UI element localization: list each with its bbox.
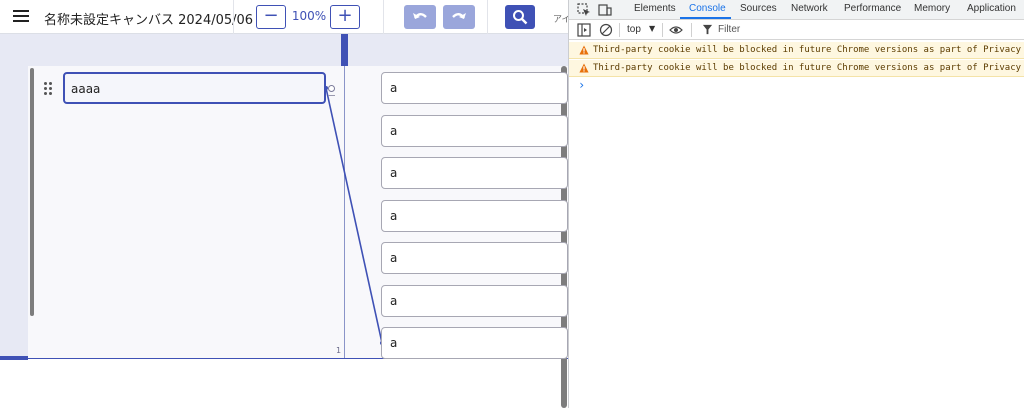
undo-icon: [413, 13, 427, 19]
child-node[interactable]: a: [381, 200, 568, 232]
filter-icon[interactable]: [702, 24, 713, 35]
tab-network[interactable]: Network: [791, 3, 828, 14]
canvas-title[interactable]: 名称未設定キャンバス 2024/05/06: [44, 9, 253, 28]
toolbar-separator: [662, 23, 663, 37]
tab-application[interactable]: Application: [967, 3, 1016, 14]
toolbar-separator: [619, 23, 620, 37]
tab-console[interactable]: Console: [689, 3, 726, 14]
devtools-tabbar: Elements Console Sources Network Perform…: [569, 0, 1024, 20]
child-node[interactable]: a: [381, 285, 568, 317]
console-prompt[interactable]: ›: [578, 78, 585, 92]
devtools-panel: Elements Console Sources Network Perform…: [568, 0, 1024, 408]
console-toolbar: top ▼ Filter: [569, 20, 1024, 40]
tab-sources[interactable]: Sources: [740, 3, 777, 14]
active-tab-indicator: [680, 17, 731, 19]
tab-elements[interactable]: Elements: [634, 3, 676, 14]
undo-button[interactable]: [404, 5, 436, 29]
warning-icon: [579, 45, 589, 55]
root-node[interactable]: aaaa: [63, 72, 326, 104]
zoom-in-button[interactable]: +: [330, 5, 360, 29]
zoom-out-button[interactable]: −: [256, 5, 286, 29]
search-button[interactable]: [505, 5, 535, 29]
warning-icon: [579, 63, 589, 73]
toolbar-divider: [233, 0, 234, 34]
search-icon: [513, 10, 528, 25]
drag-handle-icon[interactable]: [44, 82, 54, 96]
device-toolbar-icon[interactable]: [598, 3, 612, 17]
toolbar-divider: [487, 0, 488, 34]
canvas-app: 名称未設定キャンバス 2024/05/06 − 100% + アイ aaaa a…: [0, 0, 568, 408]
warning-message: Third-party cookie will be blocked in fu…: [593, 63, 1024, 73]
child-node[interactable]: a: [381, 327, 568, 359]
redo-icon: [452, 13, 466, 19]
redo-button[interactable]: [443, 5, 475, 29]
menu-icon[interactable]: [13, 10, 29, 23]
toolbar-divider: [383, 0, 384, 34]
live-expression-eye-icon[interactable]: [669, 23, 683, 37]
child-node[interactable]: a: [381, 242, 568, 274]
console-filter-input[interactable]: Filter: [718, 24, 740, 35]
children-count: 1: [336, 346, 342, 355]
mindmap-canvas[interactable]: aaaa a a a a a a a 1: [0, 34, 568, 408]
child-node[interactable]: a: [381, 72, 568, 104]
zoom-level: 100%: [291, 9, 327, 23]
port-underline: [328, 95, 335, 96]
warning-message: Third-party cookie will be blocked in fu…: [593, 45, 1024, 55]
tab-memory[interactable]: Memory: [914, 3, 950, 14]
app-toolbar: 名称未設定キャンバス 2024/05/06 − 100% + アイ: [0, 0, 568, 34]
inspect-element-icon[interactable]: [577, 3, 591, 17]
clear-console-icon[interactable]: [599, 23, 613, 37]
sidebar-toggle-icon[interactable]: [577, 23, 591, 37]
add-child-port-icon[interactable]: [328, 85, 335, 92]
toolbar-separator: [691, 23, 692, 37]
truncated-toolbar-label[interactable]: アイ: [553, 12, 568, 25]
dropdown-arrow-icon[interactable]: ▼: [649, 24, 655, 33]
tab-performance[interactable]: Performance: [844, 3, 901, 14]
child-node[interactable]: a: [381, 115, 568, 147]
child-node[interactable]: a: [381, 157, 568, 189]
console-warning: Third-party cookie will be blocked in fu…: [569, 42, 1024, 59]
console-warning: Third-party cookie will be blocked in fu…: [569, 60, 1024, 77]
context-selector[interactable]: top: [627, 24, 641, 35]
